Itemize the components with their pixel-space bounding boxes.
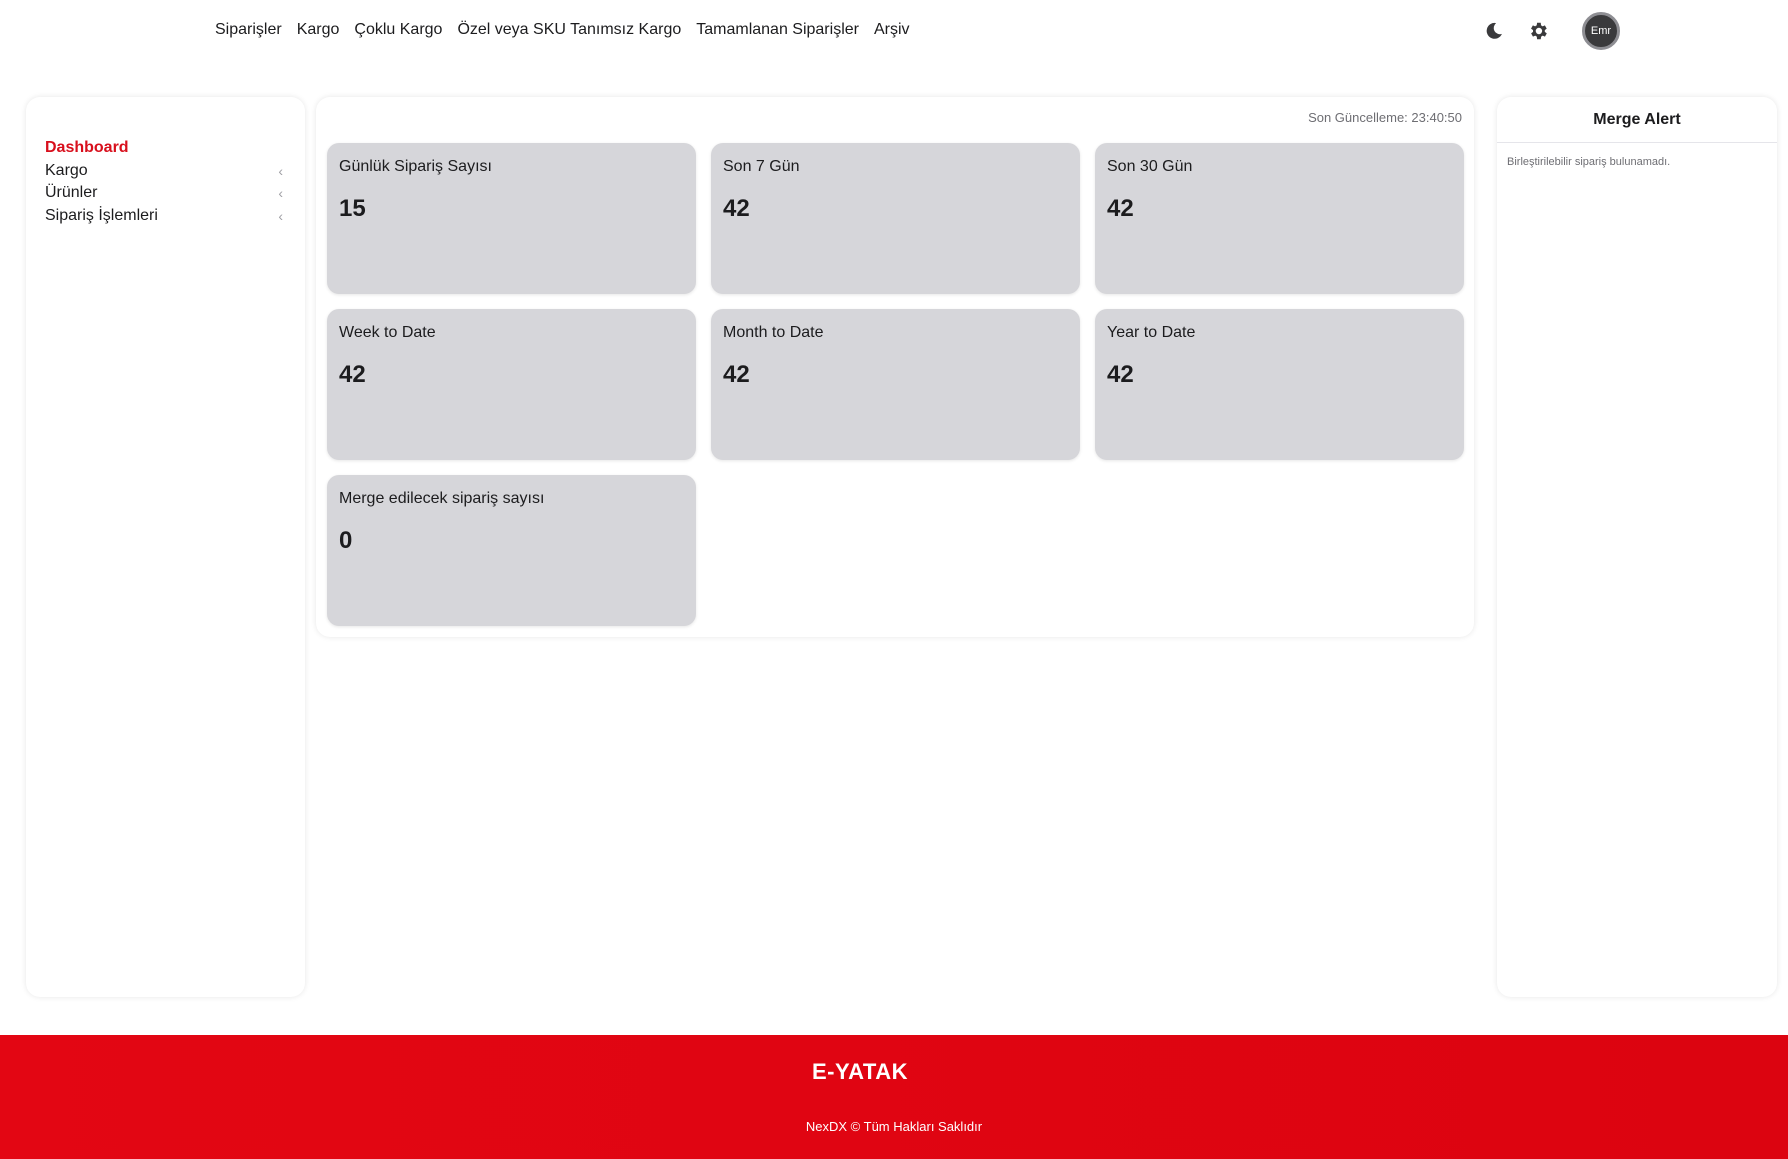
stat-card-year-to-date: Year to Date 42 — [1095, 309, 1464, 460]
footer-copyright: NexDX © Tüm Hakları Saklıdır — [805, 1119, 983, 1134]
sidebar-item-label: Kargo — [45, 161, 88, 179]
merge-alert-panel: Merge Alert Birleştirilebilir sipariş bu… — [1497, 97, 1777, 997]
stat-card-gunluk-siparis: Günlük Sipariş Sayısı 15 — [327, 143, 696, 294]
stat-card-title: Son 30 Gün — [1107, 158, 1193, 175]
stat-card-value: 15 — [339, 195, 366, 222]
stat-card-value: 42 — [339, 361, 366, 388]
merge-alert-title: Merge Alert — [1497, 97, 1777, 143]
sidebar-item-dashboard[interactable]: Dashboard — [26, 137, 305, 160]
nav-link-kargo[interactable]: Kargo — [297, 19, 340, 41]
stat-card-grid: Günlük Sipariş Sayısı 15 Son 7 Gün 42 So… — [327, 143, 1464, 626]
settings-button[interactable] — [1524, 13, 1552, 49]
gear-icon — [1531, 22, 1547, 40]
top-nav-links: Siparişler Kargo Çoklu Kargo Özel veya S… — [215, 19, 910, 41]
sidebar-item-kargo[interactable]: Kargo ‹ — [26, 160, 305, 183]
chevron-left-icon: ‹ — [278, 162, 283, 179]
stat-card-title: Günlük Sipariş Sayısı — [339, 158, 492, 175]
sidebar-item-siparis-islemleri[interactable]: Sipariş İşlemleri ‹ — [26, 205, 305, 228]
sidebar: Dashboard Kargo ‹ Ürünler ‹ Sipariş İşle… — [26, 97, 305, 997]
stat-card-title: Son 7 Gün — [723, 158, 800, 175]
stat-card-month-to-date: Month to Date 42 — [711, 309, 1080, 460]
stat-card-value: 42 — [723, 361, 750, 388]
nav-link-tamamlanan-siparisler[interactable]: Tamamlanan Siparişler — [696, 19, 859, 41]
sidebar-item-label: Ürünler — [45, 184, 98, 202]
stat-card-merge-siparis: Merge edilecek sipariş sayısı 0 — [327, 475, 696, 626]
stat-card-value: 42 — [1107, 195, 1134, 222]
stat-card-title: Year to Date — [1107, 324, 1196, 341]
merge-alert-message: Birleştirilebilir sipariş bulunamadı. — [1507, 156, 1671, 168]
top-navbar: Siparişler Kargo Çoklu Kargo Özel veya S… — [0, 0, 1788, 62]
stat-card-son-7-gun: Son 7 Gün 42 — [711, 143, 1080, 294]
moon-icon — [1486, 22, 1502, 39]
user-avatar[interactable]: Emr — [1582, 12, 1620, 50]
chevron-left-icon: ‹ — [278, 207, 283, 224]
stat-card-title: Month to Date — [723, 324, 824, 341]
nav-link-ozel-kargo[interactable]: Özel veya SKU Tanımsız Kargo — [457, 19, 681, 41]
sidebar-item-label: Dashboard — [45, 139, 129, 157]
stat-card-son-30-gun: Son 30 Gün 42 — [1095, 143, 1464, 294]
nav-link-arsiv[interactable]: Arşiv — [874, 19, 910, 41]
theme-toggle-button[interactable] — [1480, 13, 1508, 49]
nav-link-siparisler[interactable]: Siparişler — [215, 19, 282, 41]
stat-card-title: Week to Date — [339, 324, 436, 341]
stat-card-week-to-date: Week to Date 42 — [327, 309, 696, 460]
sidebar-item-urunler[interactable]: Ürünler ‹ — [26, 182, 305, 205]
stat-card-value: 0 — [339, 527, 353, 554]
top-nav-actions: Emr — [1480, 12, 1620, 50]
footer: E-YATAK NexDX © Tüm Hakları Saklıdır — [0, 1035, 1788, 1159]
chevron-left-icon: ‹ — [278, 185, 283, 202]
footer-brand: E-YATAK — [812, 1059, 908, 1084]
stat-card-value: 42 — [1107, 361, 1134, 388]
stat-card-value: 42 — [723, 195, 750, 222]
sidebar-item-label: Sipariş İşlemleri — [45, 206, 158, 224]
dashboard-panel: Son Güncelleme: 23:40:50 Günlük Sipariş … — [316, 97, 1474, 637]
nav-link-coklu-kargo[interactable]: Çoklu Kargo — [354, 19, 442, 41]
stat-card-title: Merge edilecek sipariş sayısı — [339, 490, 545, 507]
last-update-text: Son Güncelleme: 23:40:50 — [1308, 110, 1462, 125]
